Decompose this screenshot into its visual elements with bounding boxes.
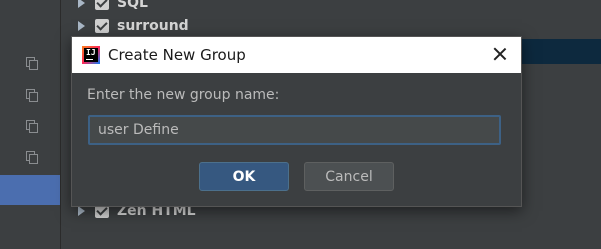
checkbox[interactable] [95,19,109,33]
group-name-input[interactable] [88,115,501,145]
copy-icon[interactable] [26,57,38,70]
tree-item-surround[interactable]: surround [78,16,189,36]
group-name-label: Enter the new group name: [87,87,280,103]
intellij-logo-icon: IJ [82,46,100,64]
close-icon[interactable] [491,45,509,63]
copy-icon[interactable] [26,120,38,133]
tree-item-label: SQL [117,0,148,11]
expand-arrow-icon[interactable] [78,206,85,216]
copy-icon[interactable] [26,89,38,102]
expand-arrow-icon[interactable] [78,0,85,8]
expand-arrow-icon[interactable] [78,21,85,31]
ok-button[interactable]: OK [199,162,289,191]
left-gutter [0,0,61,249]
cancel-button[interactable]: Cancel [304,162,394,191]
dialog-title: Create New Group [108,46,246,64]
tree-item-sql[interactable]: SQL [78,0,148,13]
copy-icon[interactable] [26,151,38,164]
gutter-selected-item[interactable] [0,175,60,205]
selected-tree-row[interactable] [515,39,601,64]
tree-item-label: surround [117,18,189,34]
checkbox[interactable] [95,0,109,10]
create-group-dialog: IJ Create New Group Enter the new group … [71,36,522,207]
dialog-titlebar[interactable]: IJ Create New Group [72,37,521,73]
